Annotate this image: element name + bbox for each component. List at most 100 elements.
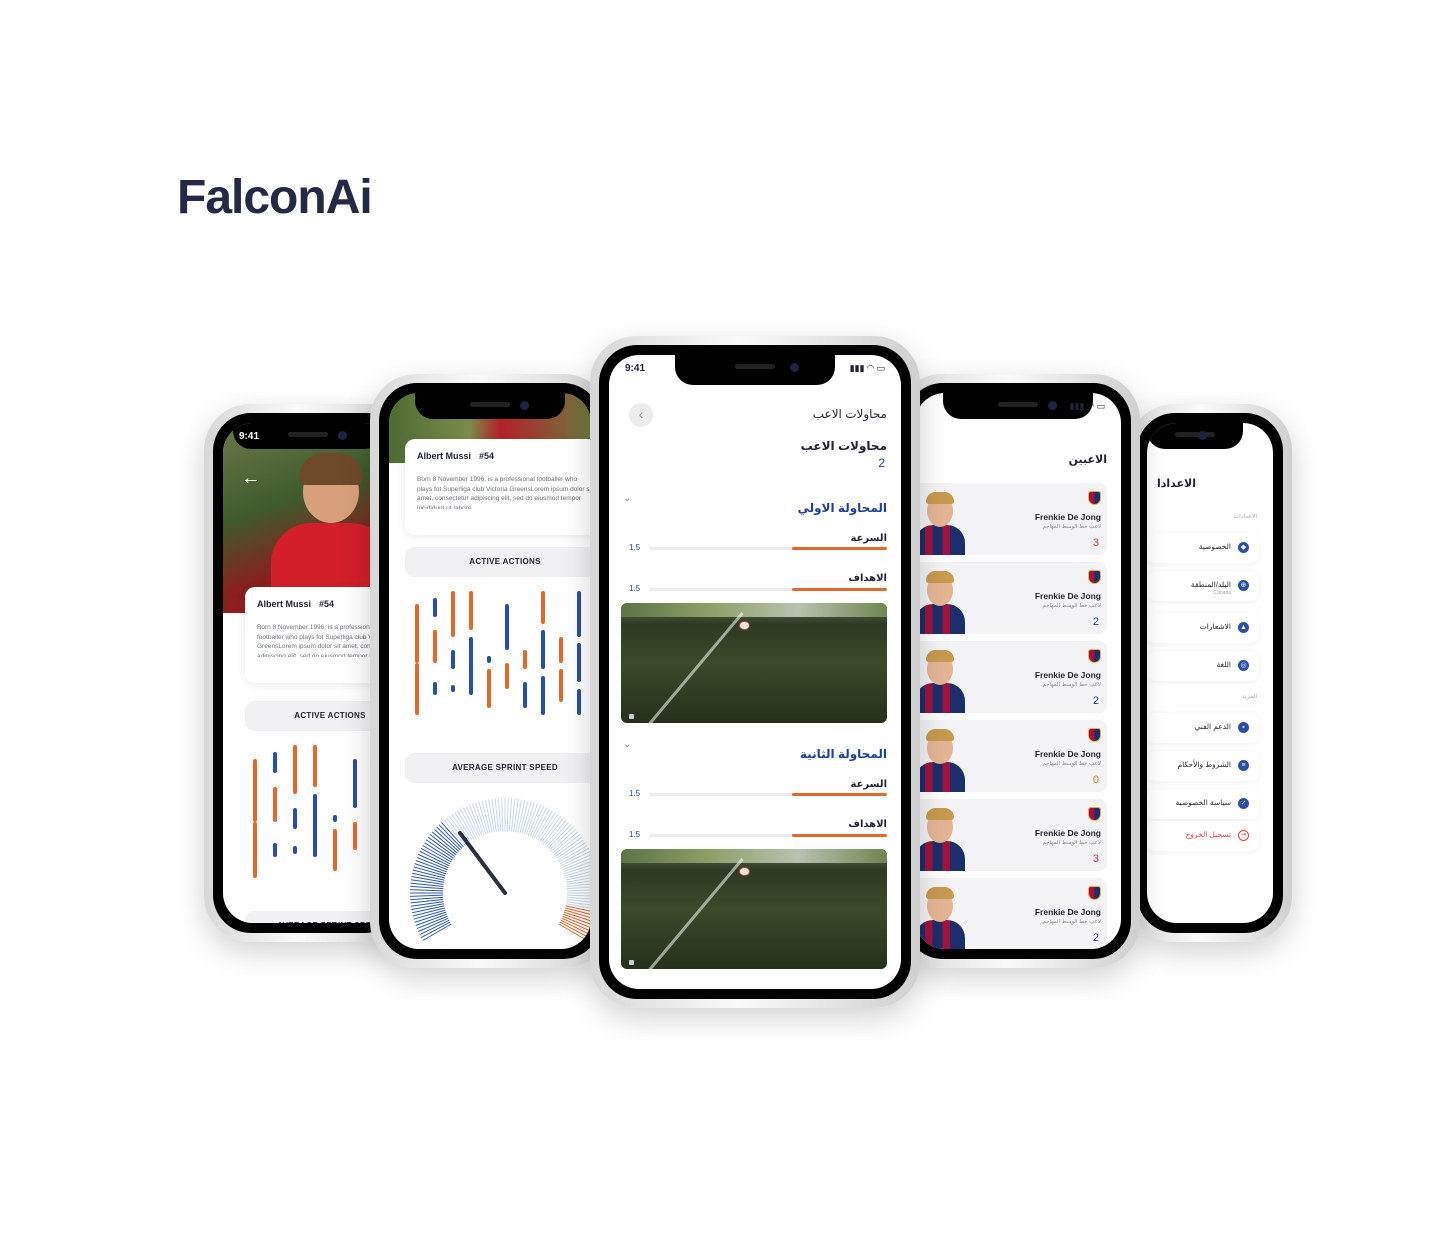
more-row[interactable]: ✓ سياسة الخصوصية	[1147, 789, 1259, 819]
more-section-label: المزيد	[1241, 694, 1257, 700]
club-crest-icon	[1088, 491, 1101, 505]
more-row-label: الدعم الفني	[1194, 722, 1231, 731]
arrow-left-icon[interactable]: ←	[241, 467, 261, 490]
action-bar	[353, 822, 357, 850]
phone-bezel: Albert Mussi #54 Born 8 November 1996, is…	[379, 383, 601, 959]
phone-bezel: الاعدادا الاعدادات ◆ الخصوصية ⊕ البلد/المنط…	[1137, 413, 1283, 933]
action-bar	[313, 745, 317, 787]
action-bar	[577, 643, 581, 682]
globe-icon: ⊕	[1238, 580, 1249, 591]
video-play-icon[interactable]	[629, 714, 634, 719]
gauge-tick	[566, 894, 591, 897]
action-bar	[433, 682, 437, 695]
player-name-line: Albert Mussi #54	[405, 439, 591, 461]
action-bar	[505, 604, 509, 650]
gauge-tick	[410, 896, 444, 901]
player-photo	[915, 568, 965, 634]
action-bar	[541, 675, 545, 715]
back-chevron-icon[interactable]: ‹	[629, 403, 653, 427]
gauge-tick	[410, 885, 444, 890]
player-row-name: Frenkie De Jong	[1034, 907, 1101, 917]
club-crest-icon	[1088, 570, 1101, 584]
player-row[interactable]: Frenkie De Jong لاعب خط الوسط المهاجم 3	[915, 799, 1107, 871]
chevron-down-icon[interactable]: ⌄	[623, 739, 631, 750]
settings-row[interactable]: ◆ الخصوصية	[1147, 533, 1259, 563]
player-row-role: لاعب خط الوسط المهاجم	[1042, 919, 1101, 925]
attempt-1-video[interactable]	[621, 603, 887, 723]
attempt-1-goals-label: الاهداف	[848, 573, 887, 584]
more-row[interactable]: ▪ الدعم الفني	[1147, 713, 1259, 743]
progress-fill	[791, 834, 887, 837]
player-row-role: لاعب خط الوسط المهاجم	[1042, 840, 1101, 846]
settings-row-sub: Canada	[1213, 590, 1231, 596]
attempt-1-speed-value: 1.5	[629, 543, 641, 552]
player-hero-photo	[223, 423, 393, 613]
gauge-tick	[566, 889, 591, 892]
action-bar	[577, 591, 581, 637]
shield-icon: ◆	[1238, 542, 1249, 553]
logout-icon: ⇥	[1238, 830, 1249, 841]
player-row-name: Frenkie De Jong	[1034, 512, 1101, 522]
player-row-role: لاعب خط الوسط المهاجم	[1042, 603, 1101, 609]
action-bar	[273, 752, 277, 773]
attempt-1-goals-value: 1.5	[629, 584, 641, 593]
page-title: محاولات الاعب	[812, 407, 887, 421]
action-bar	[313, 794, 317, 857]
more-row[interactable]: ≡ الشروط والأحكام	[1147, 751, 1259, 781]
status-bar: ▮▮▮ ◠ ▭	[915, 401, 1121, 417]
settings-row-label: اللغة	[1216, 660, 1232, 669]
brand-logo-text: FalconAi	[177, 171, 373, 224]
more-row-label: الشروط والأحكام	[1177, 760, 1231, 769]
player-row-name: Frenkie De Jong	[1034, 749, 1101, 759]
player-photo	[915, 489, 965, 555]
action-bar	[523, 649, 527, 669]
action-bar	[469, 591, 473, 630]
player-row-count: 0	[1092, 774, 1099, 786]
attempts-count-label: محاولات الاعب	[800, 439, 887, 453]
gauge-tick	[410, 889, 444, 892]
gauge-tick	[497, 798, 502, 832]
attempt-1-title[interactable]: المحاولة الاولي	[797, 501, 887, 515]
gauge-tick	[565, 907, 591, 915]
phone-screen: 9:41 ← Albert Mussi #54 Born 8 November 1…	[223, 423, 393, 923]
player-number: #54	[319, 599, 335, 609]
player-row[interactable]: Frenkie De Jong لاعب خط الوسط المهاجم 2	[915, 562, 1107, 634]
action-bar	[487, 656, 491, 663]
settings-row[interactable]: ⊕ البلد/المنطقة Canada	[1147, 571, 1259, 601]
phone-notch	[415, 393, 565, 419]
player-row[interactable]: Frenkie De Jong لاعب خط الوسط المهاجم 2	[915, 641, 1107, 713]
phone-screen: الاعدادا الاعدادات ◆ الخصوصية ⊕ البلد/المنط…	[1147, 423, 1273, 923]
active-actions-tab[interactable]: ACTIVE ACTIONS	[405, 547, 591, 577]
logout-label: تسجيل الخروج	[1185, 830, 1231, 839]
action-bar	[253, 822, 257, 878]
settings-section-label: الاعدادات	[1233, 514, 1257, 520]
chevron-down-icon[interactable]: ⌄	[623, 493, 631, 504]
gauge-tick	[501, 798, 504, 832]
phone-screen: ▮▮▮ ◠ ▭ الاعبين Frenkie De Jong لاعب خط ا…	[915, 393, 1121, 949]
action-bar	[293, 845, 297, 855]
phone-settings: الاعدادا الاعدادات ◆ الخصوصية ⊕ البلد/المنط…	[1128, 404, 1292, 942]
player-info-card: Albert Mussi #54 Born 8 November 1996, is…	[405, 439, 591, 535]
player-row[interactable]: Frenkie De Jong لاعب خط الوسط المهاجم 3	[915, 483, 1107, 555]
sprint-speed-tab[interactable]: AVERAGE SPRINT SPEED	[405, 753, 591, 783]
settings-row[interactable]: ▲ الاشعارات	[1147, 613, 1259, 643]
action-bar	[353, 759, 357, 808]
settings-row[interactable]: ◎ اللغة	[1147, 651, 1259, 681]
action-bar	[469, 636, 473, 695]
gauge-tick	[410, 894, 444, 897]
attempt-2-video[interactable]	[621, 849, 887, 969]
player-row[interactable]: Frenkie De Jong لاعب خط الوسط المهاجم 2	[915, 878, 1107, 949]
player-row-name: Frenkie De Jong	[1034, 828, 1101, 838]
action-bar	[333, 815, 337, 822]
attempt-1-speed-label: السرعة	[850, 533, 887, 544]
gauge-tick	[468, 804, 483, 836]
attempt-2-title[interactable]: المحاولة الثانية	[800, 747, 887, 761]
action-bar	[487, 669, 491, 708]
video-play-icon[interactable]	[629, 960, 634, 965]
logout-button[interactable]: ⇥ تسجيل الخروج	[1147, 821, 1259, 851]
phone-notch	[1147, 423, 1243, 449]
action-bar	[541, 591, 545, 624]
gauge-tick	[416, 915, 448, 930]
gauge-tick	[420, 921, 451, 939]
player-row[interactable]: Frenkie De Jong لاعب خط الوسط المهاجم 0	[915, 720, 1107, 792]
